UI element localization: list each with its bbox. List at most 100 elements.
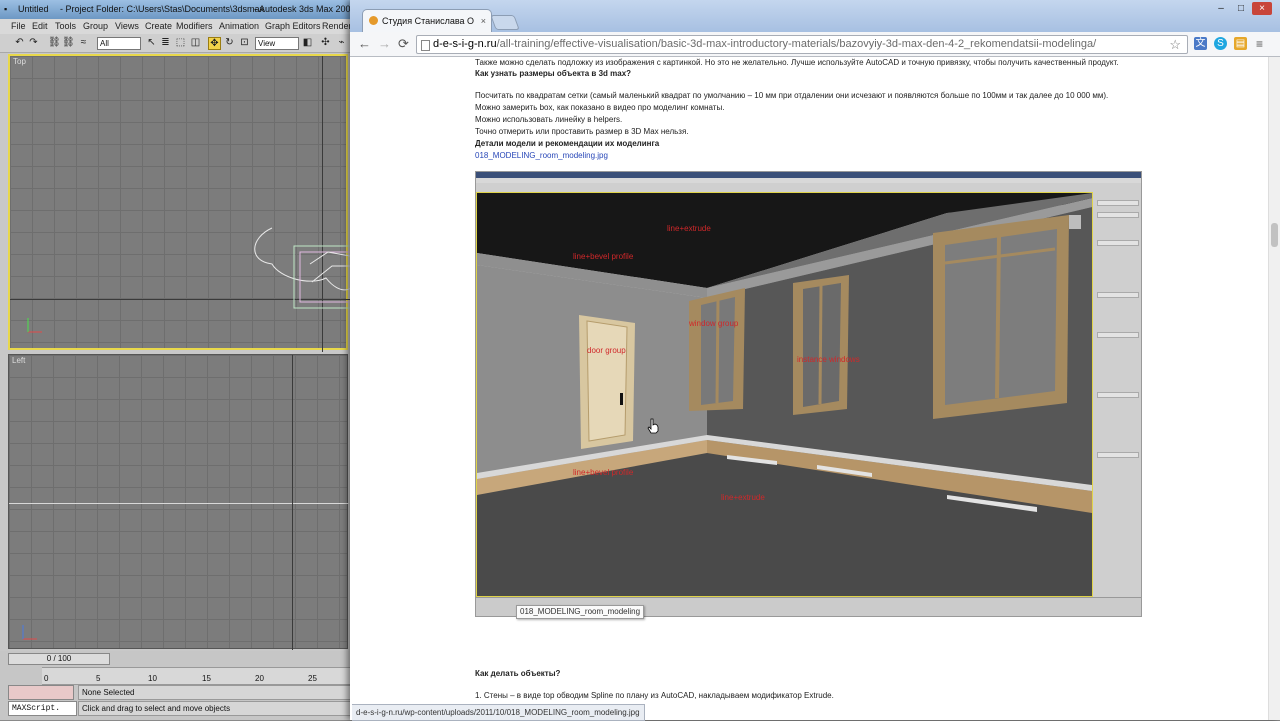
reference-coordinate-dropdown[interactable]: View xyxy=(255,37,299,50)
image-link[interactable]: 018_MODELING_room_modeling.jpg xyxy=(475,151,608,161)
url-path: /all-training/effective-visualisation/ba… xyxy=(496,38,1097,50)
track-bar[interactable]: 0 5 10 15 20 25 xyxy=(42,667,360,685)
max-menu-edit[interactable]: Edit xyxy=(32,21,48,31)
window-crossing-icon[interactable]: ◫ xyxy=(190,37,201,48)
browser-toolbar: ← → ⟳ d-e-s-i-g-n.ru/all-training/effect… xyxy=(350,32,1280,57)
maxscript-listener-input[interactable]: MAXScript. xyxy=(8,701,77,716)
max-title-doc: Untitled xyxy=(18,4,49,14)
label-door-group: door group xyxy=(587,346,626,355)
new-tab-button[interactable] xyxy=(490,15,520,30)
extension-icon[interactable]: ▤ xyxy=(1234,37,1247,50)
viewport-top[interactable]: Top xyxy=(8,54,350,352)
max-menu-file[interactable]: File xyxy=(11,21,26,31)
time-slider[interactable]: 0 / 100 xyxy=(8,653,110,665)
page-icon xyxy=(421,40,430,51)
embedded-command-panel xyxy=(1093,192,1141,597)
back-arrow-icon[interactable]: ← xyxy=(358,36,371,52)
select-by-name-icon[interactable]: ≣ xyxy=(160,37,171,48)
viewport-left[interactable]: Left xyxy=(8,354,349,650)
link-status-bubble: d-e-s-i-g-n.ru/wp-content/uploads/2011/1… xyxy=(352,704,645,721)
site-favicon-icon xyxy=(369,16,378,25)
chrome-menu-icon[interactable]: ≡ xyxy=(1256,36,1263,52)
select-and-rotate-icon[interactable]: ↻ xyxy=(224,37,235,48)
command-panel-row xyxy=(1097,200,1139,206)
max-menu-views[interactable]: Views xyxy=(115,21,139,31)
label-cornice: line+bevel profile xyxy=(573,252,634,261)
command-panel-row xyxy=(1097,392,1139,398)
command-panel-row xyxy=(1097,452,1139,458)
pivot-center-icon[interactable]: ◧ xyxy=(302,37,313,48)
hand-cursor-icon xyxy=(647,418,659,434)
max-title-project: - Project Folder: C:\Users\Stas\Document… xyxy=(60,4,265,14)
label-baseboard: line+bevel profile xyxy=(573,468,634,477)
max-menu-create[interactable]: Create xyxy=(145,21,172,31)
select-and-move-icon[interactable]: ✥ xyxy=(208,37,221,50)
room-scene-graphic xyxy=(477,193,1092,596)
region-select-icon[interactable]: ⬚ xyxy=(175,37,186,48)
url-text: d-e-s-i-g-n.ru/all-training/effective-vi… xyxy=(433,36,1096,53)
track-tick: 20 xyxy=(255,674,264,683)
bookmark-star-icon[interactable]: ☆ xyxy=(1169,36,1181,53)
axis-tripod-icon xyxy=(22,625,37,640)
viewport-left-label[interactable]: Left xyxy=(12,356,25,365)
track-tick: 0 xyxy=(44,674,49,683)
minimize-icon[interactable]: – xyxy=(1212,2,1230,15)
heading-model-details: Детали модели и рекомендации их моделинг… xyxy=(475,139,660,148)
track-tick: 5 xyxy=(96,674,101,683)
maximize-icon[interactable]: □ xyxy=(1232,2,1250,15)
label-ceiling: line+extrude xyxy=(667,224,711,233)
paragraph-grid: Посчитать по квадратам сетки (самый мале… xyxy=(475,91,1109,100)
grid-axis-vertical xyxy=(292,355,293,650)
skype-extension-icon[interactable]: S xyxy=(1214,37,1227,50)
command-panel-row xyxy=(1097,240,1139,246)
max-menu-graph-editors[interactable]: Graph Editors xyxy=(265,21,321,31)
scrollbar-thumb[interactable] xyxy=(1271,223,1278,247)
max-menu-animation[interactable]: Animation xyxy=(219,21,259,31)
tab-strip: Студия Станислава Орехова × – □ × xyxy=(350,0,1280,33)
listener-mini-panel[interactable] xyxy=(8,685,74,700)
translate-extension-icon[interactable]: 文 xyxy=(1194,37,1207,50)
max-menu-group[interactable]: Group xyxy=(83,21,108,31)
close-window-icon[interactable]: × xyxy=(1252,2,1272,15)
max-main-toolbar: ↶ ↷ ⛓ ⛓ ≈ All ↖ ≣ ⬚ ◫ ✥ ↻ ⊡ View ◧ ✣ ⌁ xyxy=(0,34,360,53)
max-title-app: - Autodesk 3ds Max 2009 xyxy=(254,4,356,14)
select-object-icon[interactable]: ↖ xyxy=(146,37,157,48)
address-bar[interactable]: d-e-s-i-g-n.ru/all-training/effective-vi… xyxy=(416,35,1188,54)
max-menu-modifiers[interactable]: Modifiers xyxy=(176,21,213,31)
prompt-line: Click and drag to select and move object… xyxy=(78,701,360,716)
command-panel-row xyxy=(1097,332,1139,338)
undo-icon[interactable]: ↶ xyxy=(14,37,25,48)
reload-icon[interactable]: ⟳ xyxy=(398,36,409,52)
selection-filter-dropdown[interactable]: All xyxy=(97,37,141,50)
max-title-bar: ▪ Untitled - Project Folder: C:\Users\St… xyxy=(0,0,360,19)
embedded-screenshot-image[interactable]: line+extrude line+bevel profile door gro… xyxy=(475,171,1142,617)
selection-status: None Selected xyxy=(78,685,360,700)
label-window-group: window group xyxy=(689,319,739,328)
label-instance-windows: instance windows xyxy=(797,355,860,364)
unlink-icon[interactable]: ⛓ xyxy=(62,37,75,48)
paragraph-exact: Точно отмерить или проставить размер в 3… xyxy=(475,127,689,136)
select-and-scale-icon[interactable]: ⊡ xyxy=(239,37,250,48)
max-menu-tools[interactable]: Tools xyxy=(55,21,76,31)
paragraph-box: Можно замерить box, как показано в видео… xyxy=(475,103,725,112)
tab-title: Студия Станислава Орехова xyxy=(382,16,474,26)
label-floor: line+extrude xyxy=(721,493,765,502)
page-scrollbar[interactable] xyxy=(1268,57,1280,720)
snap-toggle-icon[interactable]: ⌁ xyxy=(336,37,347,48)
track-tick: 15 xyxy=(202,674,211,683)
max-timeline-area: 0 / 100 0 5 10 15 20 25 None Selected MA… xyxy=(0,651,360,720)
3dsmax-window: ▪ Untitled - Project Folder: C:\Users\St… xyxy=(0,0,360,720)
select-manipulate-icon[interactable]: ✣ xyxy=(320,37,331,48)
bind-spacewarp-icon[interactable]: ≈ xyxy=(78,37,89,48)
web-page-content: Также можно сделать подложку из изображе… xyxy=(350,57,1268,720)
room-render-viewport: line+extrude line+bevel profile door gro… xyxy=(476,192,1093,597)
browser-tab-active[interactable]: Студия Станислава Орехова × xyxy=(362,9,492,33)
forward-arrow-icon[interactable]: → xyxy=(378,36,391,52)
heading-object-size: Как узнать размеры объекта в 3d max? xyxy=(475,69,632,78)
tab-close-icon[interactable]: × xyxy=(481,10,486,32)
link-icon[interactable]: ⛓ xyxy=(48,37,61,48)
redo-icon[interactable]: ↷ xyxy=(28,37,39,48)
url-host: d-e-s-i-g-n.ru xyxy=(433,38,497,50)
image-tooltip: 018_MODELING_room_modeling xyxy=(516,605,645,619)
ground-plane-line xyxy=(9,503,349,504)
